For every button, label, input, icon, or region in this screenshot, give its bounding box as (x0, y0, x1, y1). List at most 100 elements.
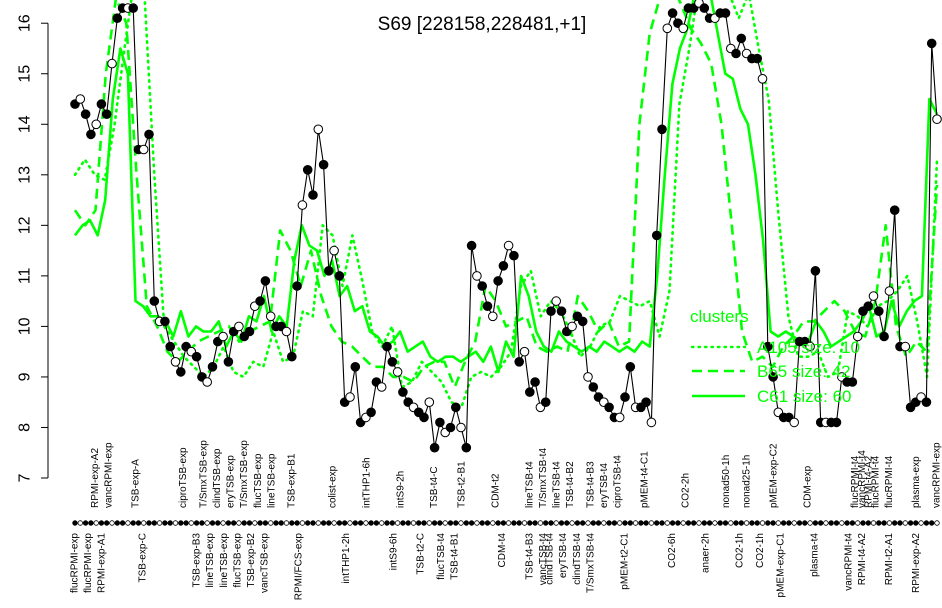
y-tick-label: 12 (17, 216, 34, 234)
sample-dot (680, 520, 686, 526)
sample-dot (654, 520, 660, 526)
sample-dot (728, 520, 734, 526)
sample-dot (828, 520, 834, 526)
data-point (287, 351, 297, 362)
data-point (900, 341, 911, 352)
data-point (281, 326, 292, 337)
sample-dot (299, 520, 306, 526)
data-point (392, 367, 403, 377)
top-sample-label: eryTSB-exp (226, 455, 237, 508)
top-sample-label: vancRPMI-exp (932, 442, 942, 508)
sample-dot (701, 520, 707, 526)
data-point (302, 165, 313, 175)
top-sample-label: pMEM-exp-C2 (769, 443, 780, 508)
sample-dot (553, 520, 559, 526)
data-point (202, 377, 212, 387)
data-point (419, 412, 429, 423)
sample-dot (400, 520, 406, 526)
sample-dot (410, 520, 417, 526)
data-point (308, 190, 318, 200)
sample-dot (775, 520, 781, 526)
sample-dot (394, 520, 401, 526)
sample-dot (468, 520, 475, 526)
y-tick-label: 9 (17, 372, 34, 381)
data-point (128, 3, 138, 13)
data-point (255, 296, 265, 306)
sample-dot (521, 520, 528, 526)
sample-dot (278, 520, 284, 526)
data-point (889, 205, 900, 215)
sample-dot (543, 520, 549, 526)
sample-dot (569, 520, 575, 526)
data-point (641, 397, 651, 408)
bottom-sample-label: intTHP1-2h (341, 533, 352, 584)
legend: clusters A105 size: 10 B65 size: 42 C61 … (690, 307, 860, 406)
sample-dot (103, 520, 110, 526)
sample-dot (659, 520, 665, 526)
data-point (160, 316, 170, 327)
data-point (503, 240, 514, 251)
sample-dot (389, 520, 395, 526)
sample-dot (193, 520, 200, 526)
top-sample-label: RPMI-exp-A2 (90, 448, 101, 508)
sample-dot (442, 520, 448, 526)
sample-dot (818, 520, 824, 526)
data-point (556, 306, 567, 317)
top-sample-label: T/SmxTSB-exp (198, 440, 209, 508)
top-sample-label: TSB-t4-B3 (585, 461, 596, 508)
sample-dot (363, 520, 369, 526)
sample-dot (135, 520, 142, 526)
legend-title: clusters (690, 307, 749, 326)
sample-dot (881, 520, 887, 526)
sample-dot (151, 520, 157, 526)
bottom-sample-label: CDM-t4 (497, 533, 508, 568)
data-point (387, 357, 398, 367)
top-sample-label: flucTSB-exp (253, 453, 264, 508)
data-point (588, 382, 599, 392)
sample-dot (913, 520, 919, 526)
data-point (80, 109, 91, 119)
data-point (445, 422, 456, 433)
sample-dot (183, 520, 189, 526)
sample-dot (918, 520, 924, 526)
sample-dot (934, 520, 940, 526)
sample-dot (632, 520, 639, 526)
chart-title: S69 [228158,228481,+1] (378, 14, 587, 35)
bottom-sample-label: TSB-exp-B3 (192, 533, 203, 588)
top-sample-label: TSB-t4-B2 (565, 461, 576, 508)
sample-dot (929, 520, 935, 526)
sample-dot (849, 520, 856, 526)
data-point (138, 144, 149, 155)
data-point (297, 200, 308, 210)
data-point (646, 417, 657, 428)
sample-dot (505, 520, 512, 526)
top-sample-label: T/SmxTSB-exp (239, 440, 250, 508)
sample-dot (315, 520, 321, 526)
sample-dot (780, 520, 787, 526)
sample-dot (717, 520, 723, 526)
sample-dot (807, 520, 813, 526)
sample-dot (796, 520, 803, 526)
sample-dot (130, 520, 136, 526)
sample-dot (669, 520, 676, 526)
data-point (651, 230, 662, 241)
data-point (75, 94, 86, 104)
data-point (345, 392, 355, 402)
data-point (218, 331, 228, 342)
top-sample-label: ciproTSB-t4 (612, 455, 623, 508)
data-point (165, 341, 175, 352)
data-point (662, 23, 673, 34)
top-sample-label: TSB-exp-B1 (287, 453, 298, 508)
plot-area: 78910111213141516RPMI-exp-A2 vancRPMI-exp… (17, 0, 942, 600)
sample-dot (516, 520, 522, 526)
top-sample-label: flucRPMI-t4 (884, 455, 895, 508)
sample-dot (759, 520, 766, 526)
data-point (509, 250, 519, 261)
sample-dot (204, 520, 210, 526)
bottom-sample-label: RPMI-exp-A1 (97, 533, 108, 593)
bottom-sample-label: RPMI-t4-A2 (857, 533, 868, 586)
top-sample-label: TSB-exp-A (131, 459, 142, 508)
bottom-sample-label: RPMI/FCS-exp (293, 533, 304, 601)
sample-dot (336, 520, 343, 526)
chart: S69 [228158,228481,+1] 78910111213141516… (17, 0, 942, 600)
